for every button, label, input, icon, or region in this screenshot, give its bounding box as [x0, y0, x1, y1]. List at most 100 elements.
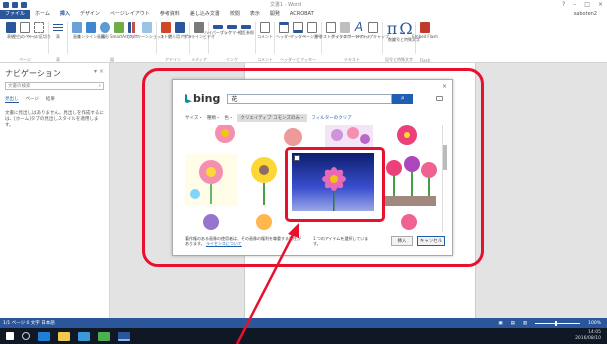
group-illustrations: 画像 オンライン画像 図形 SmartArt グラフ スクリーンショット 図 — [68, 22, 165, 62]
pi-icon: π — [386, 19, 398, 38]
page-break-icon — [34, 22, 44, 33]
group-pages: 表紙 空白のページ ページ区切り ページ — [2, 22, 51, 62]
comment-icon — [260, 22, 270, 33]
my-apps-icon — [175, 22, 185, 33]
store-taskbar-icon[interactable] — [78, 331, 90, 341]
cross-reference-button[interactable]: 相互参照 — [238, 22, 254, 54]
online-video-button[interactable]: オンラインビデオ — [183, 22, 215, 54]
nav-search-input[interactable]: 文書の検索 ⌕ — [5, 82, 104, 90]
nav-message: 文書に見出しはありません。見出しを作成するには、[ホーム]タブの見出しスタイルを… — [5, 111, 104, 128]
cover-page-icon — [6, 22, 16, 33]
start-icon[interactable] — [6, 332, 14, 340]
header-button[interactable]: ヘッダー — [276, 22, 292, 54]
tab-design[interactable]: デザイン — [75, 10, 105, 19]
footer-icon — [293, 22, 303, 33]
text-box-icon — [326, 22, 336, 33]
search-taskbar-icon[interactable] — [22, 332, 30, 340]
navigation-pane: ナビゲーション ▾ × 文書の検索 ⌕ 見出し ページ 結果 文書に見出しはあり… — [0, 63, 110, 318]
bookmark-button[interactable]: ブックマーク — [220, 22, 244, 54]
store-icon — [161, 22, 171, 33]
tab-mailings[interactable]: 差し込み文書 — [185, 10, 225, 19]
edge-icon[interactable] — [38, 331, 50, 341]
drop-cap-button[interactable]: ドロップキャップ — [357, 22, 389, 54]
app-icon[interactable] — [98, 331, 110, 341]
title-bar: 文書1 - Word ? – □ × — [0, 0, 607, 10]
read-mode-icon[interactable]: ▣ — [498, 321, 502, 326]
nav-tab-results[interactable]: 結果 — [46, 96, 55, 103]
link-icon — [213, 25, 223, 29]
smartart-button[interactable]: SmartArt — [110, 22, 128, 54]
embed-flash-button[interactable]: Embed Flash — [412, 22, 438, 54]
save-icon[interactable] — [3, 2, 9, 8]
page-number-icon — [307, 22, 317, 33]
minimize-button[interactable]: – — [573, 1, 576, 8]
ribbon-insert: 表紙 空白のページ ページ区切り ページ 表 表 画像 オンライン画像 図形 S… — [0, 19, 607, 63]
shapes-icon — [100, 22, 110, 33]
wordart-icon: A — [354, 20, 364, 34]
cross-reference-icon — [241, 25, 251, 29]
tab-insert[interactable]: 挿入 — [55, 10, 75, 19]
tab-references[interactable]: 参考資料 — [155, 10, 185, 19]
online-pictures-button[interactable]: オンライン画像 — [77, 22, 105, 54]
redo-icon[interactable] — [21, 2, 27, 8]
tab-acrobat[interactable]: ACROBAT — [285, 10, 319, 19]
annotation-selected-image-highlight — [285, 147, 385, 222]
clock[interactable]: 14:05 2016/08/10 — [575, 330, 601, 342]
nav-search-placeholder: 文書の検索 — [8, 84, 31, 89]
nav-tab-headings[interactable]: 見出し — [5, 96, 19, 103]
omega-icon: Ω — [399, 19, 413, 38]
chart-icon — [128, 22, 138, 33]
tab-developer[interactable]: 開発 — [265, 10, 285, 19]
user-name[interactable]: saboten2 — [574, 10, 597, 19]
status-page-info[interactable]: 1/1 ページ 0 文字 日本語 — [3, 320, 55, 326]
page-break-button[interactable]: ページ区切り — [27, 22, 51, 54]
web-layout-icon[interactable]: ▥ — [523, 321, 527, 326]
nav-tab-pages[interactable]: ページ — [26, 96, 39, 103]
zoom-slider[interactable] — [535, 320, 581, 326]
table-icon — [53, 22, 63, 33]
window-controls: ? – □ × — [562, 1, 603, 8]
group-text: テキストボックス クイックパーツ A ワードアート ドロップキャップ テキスト — [315, 20, 389, 62]
screenshot-icon — [142, 22, 152, 33]
explorer-icon[interactable] — [58, 331, 70, 341]
group-comments: コメント コメント — [256, 22, 275, 62]
picture-icon — [72, 22, 82, 33]
nav-tabs: 見出し ページ 結果 — [5, 96, 104, 103]
zoom-level[interactable]: 100% — [588, 321, 601, 326]
tab-review[interactable]: 校閲 — [225, 10, 245, 19]
tab-page-layout[interactable]: ページレイアウト — [105, 10, 155, 19]
tab-home[interactable]: ホーム — [30, 10, 55, 19]
drop-cap-icon — [368, 22, 378, 33]
status-bar: 1/1 ページ 0 文字 日本語 ▣ ▤ ▥ 100% — [0, 318, 607, 328]
window-title: 文書1 - Word — [270, 2, 302, 8]
symbol-button[interactable]: Ω 記号と特殊文字 — [392, 19, 420, 54]
maximize-button[interactable]: □ — [584, 1, 590, 8]
group-flash: Embed Flash Flash — [412, 22, 438, 63]
group-symbols: π 数式 Ω 記号と特殊文字 記号と特殊文字 — [385, 19, 420, 63]
taskbar: 14:05 2016/08/10 — [0, 328, 607, 344]
video-icon — [194, 22, 204, 33]
search-icon[interactable]: ⌕ — [98, 83, 101, 89]
quick-parts-icon — [340, 22, 350, 33]
help-button[interactable]: ? — [562, 1, 565, 8]
close-window-button[interactable]: × — [598, 1, 603, 8]
blank-page-icon — [20, 22, 30, 33]
comment-button[interactable]: コメント — [257, 22, 273, 54]
group-media: オンラインビデオ メディア — [183, 22, 215, 62]
screenshot-button[interactable]: スクリーンショット — [129, 22, 165, 54]
ribbon-tabs: ファイル ホーム 挿入 デザイン ページレイアウト 参考資料 差し込み文書 校閲… — [0, 10, 607, 19]
nav-close-icon[interactable]: ▾ × — [94, 68, 104, 75]
group-tables: 表 表 — [49, 22, 68, 62]
tab-view[interactable]: 表示 — [245, 10, 265, 19]
tab-file[interactable]: ファイル — [0, 10, 31, 19]
group-links: ハイパーリンク ブックマーク 相互参照 リンク — [204, 22, 256, 62]
word-window: 文書1 - Word ? – □ × ファイル ホーム 挿入 デザイン ページレ… — [0, 0, 607, 344]
table-button[interactable]: 表 — [52, 22, 64, 54]
nav-title: ナビゲーション — [5, 69, 61, 78]
word-taskbar-icon[interactable] — [118, 331, 130, 341]
status-right: ▣ ▤ ▥ 100% — [498, 318, 601, 328]
hyperlink-button[interactable]: ハイパーリンク — [204, 22, 232, 54]
undo-icon[interactable] — [12, 2, 18, 8]
online-picture-icon — [86, 22, 96, 33]
print-layout-icon[interactable]: ▤ — [511, 321, 515, 326]
